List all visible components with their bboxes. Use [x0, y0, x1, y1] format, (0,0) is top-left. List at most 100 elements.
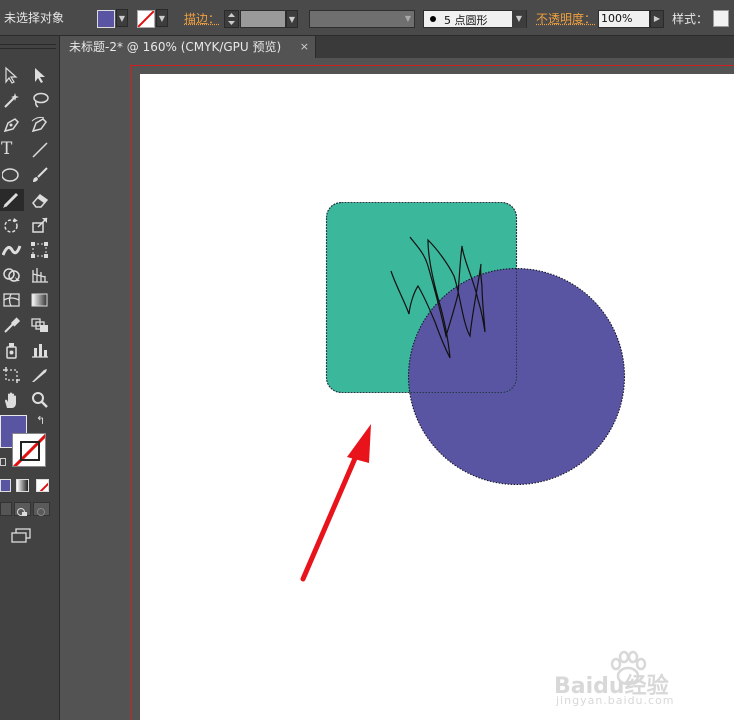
- column-graph-tool[interactable]: [28, 339, 52, 361]
- draw-normal-button[interactable]: [0, 502, 12, 516]
- draw-inside-button[interactable]: [33, 502, 50, 516]
- stroke-weight-dropdown[interactable]: ▼: [286, 10, 298, 28]
- eyedropper-icon: [4, 317, 21, 333]
- paintbrush-icon: [33, 167, 48, 182]
- stroke-color-swatch[interactable]: [137, 10, 155, 28]
- rotate-icon: [4, 218, 18, 233]
- document-canvas[interactable]: Baidu经验 jingyan.baidu.com: [61, 58, 734, 720]
- style-label: 样式：: [672, 12, 709, 26]
- shape-builder-icon: [3, 268, 20, 284]
- width-tool-icon: [2, 245, 22, 256]
- graphic-style-swatch[interactable]: [713, 10, 729, 27]
- lasso-icon: [33, 92, 49, 108]
- curvature-pen-icon: [31, 116, 47, 133]
- control-bar: 未选择对象 ▼ ▼ 描边： ▼ ▼ 5 点圆形 ▼ 不透明度： 100% ▶ 样…: [0, 0, 734, 36]
- gradient-mode-button[interactable]: [16, 479, 29, 492]
- magic-wand-tool[interactable]: [0, 89, 24, 111]
- selection-arrow-icon: [5, 66, 18, 84]
- screen-mode-button[interactable]: [10, 528, 34, 544]
- eraser-tool[interactable]: [28, 189, 52, 211]
- perspective-grid-icon: [32, 268, 48, 283]
- curvature-tool[interactable]: [28, 114, 52, 136]
- draw-behind-icon: [17, 508, 27, 516]
- artboard-tool[interactable]: [0, 364, 24, 386]
- column-graph-icon: [32, 344, 48, 358]
- baidu-jingyan-watermark: Baidu经验 jingyan.baidu.com: [554, 648, 704, 708]
- document-tab[interactable]: 未标题-2* @ 160% (CMYK/GPU 预览) ×: [60, 36, 316, 58]
- type-t-icon: T: [1, 139, 13, 159]
- opacity-input[interactable]: 100%: [598, 10, 650, 28]
- magnifier-icon: [32, 392, 48, 408]
- scale-icon: [32, 217, 48, 233]
- blend-tool[interactable]: [28, 314, 52, 336]
- mesh-tool[interactable]: [0, 289, 24, 311]
- draw-inside-icon: [37, 508, 45, 516]
- stroke-weight-field[interactable]: [240, 10, 286, 28]
- slice-tool[interactable]: [28, 364, 52, 386]
- width-tool[interactable]: [0, 239, 24, 261]
- artboard-icon: [3, 367, 20, 383]
- gradient-icon: [31, 293, 48, 307]
- ellipse-tool[interactable]: [0, 164, 24, 186]
- lasso-tool[interactable]: [28, 89, 52, 111]
- shape-builder-tool[interactable]: [0, 264, 24, 286]
- paintbrush-tool[interactable]: [28, 164, 52, 186]
- eyedropper-tool[interactable]: [0, 314, 24, 336]
- color-mode-button[interactable]: [0, 479, 11, 492]
- stroke-indicator[interactable]: [12, 433, 46, 467]
- document-tab-bar: 未标题-2* @ 160% (CMYK/GPU 预览) ×: [60, 36, 734, 58]
- opacity-arrow-button[interactable]: ▶: [650, 10, 664, 28]
- swap-fill-stroke-icon[interactable]: ↰: [36, 414, 45, 427]
- chevron-down-icon: ▼: [404, 14, 411, 23]
- line-segment-tool[interactable]: [28, 139, 52, 161]
- direct-selection-tool[interactable]: [28, 64, 52, 86]
- red-arrow-shaft: [300, 453, 359, 582]
- selection-status: 未选择对象: [4, 11, 65, 25]
- type-tool[interactable]: T: [0, 139, 24, 161]
- direct-selection-arrow-icon: [35, 68, 45, 83]
- stroke-label[interactable]: 描边：: [184, 12, 220, 26]
- draw-behind-button[interactable]: [14, 502, 31, 516]
- gradient-tool[interactable]: [28, 289, 52, 311]
- brush-dot-icon: [430, 16, 436, 22]
- free-transform-icon: [31, 242, 48, 258]
- line-segment-icon: [32, 142, 48, 158]
- symbol-sprayer-tool[interactable]: [0, 339, 24, 361]
- shaper-tool[interactable]: [0, 189, 24, 211]
- stroke-dropdown-arrow[interactable]: ▼: [156, 9, 168, 27]
- none-slash-icon: [39, 482, 48, 491]
- ellipse-icon: [2, 168, 19, 182]
- scale-tool[interactable]: [28, 214, 52, 236]
- fill-color-swatch[interactable]: [97, 10, 115, 28]
- pencil-icon: [3, 192, 19, 208]
- annotation-layer: [300, 424, 371, 582]
- chevron-down-icon: ▼: [512, 10, 526, 28]
- fill-dropdown-arrow[interactable]: ▼: [116, 9, 128, 27]
- variable-width-profile[interactable]: ▼: [309, 10, 415, 28]
- panel-grip[interactable]: [0, 44, 56, 49]
- rotate-tool[interactable]: [0, 214, 24, 236]
- red-arrow-head: [347, 424, 371, 463]
- free-transform-tool[interactable]: [28, 239, 52, 261]
- hand-icon: [5, 392, 16, 408]
- zoom-tool[interactable]: [28, 389, 52, 411]
- perspective-grid-tool[interactable]: [28, 264, 52, 286]
- none-mode-button[interactable]: [36, 479, 49, 492]
- slice-knife-icon: [32, 369, 47, 382]
- symbol-sprayer-icon: [6, 343, 17, 359]
- screen-mode-icon: [11, 528, 31, 543]
- document-title: 未标题-2* @ 160% (CMYK/GPU 预览): [69, 40, 282, 54]
- close-icon[interactable]: ×: [300, 36, 309, 58]
- default-colors-icon[interactable]: [0, 458, 6, 466]
- selection-tool[interactable]: [0, 64, 24, 86]
- brush-definition-dropdown[interactable]: 5 点圆形 ▼: [423, 10, 527, 28]
- magic-wand-icon: [4, 93, 19, 108]
- eraser-icon: [32, 193, 49, 208]
- opacity-label[interactable]: 不透明度：: [536, 12, 596, 26]
- stroke-weight-stepper[interactable]: [224, 10, 239, 28]
- none-slash-icon: [138, 11, 154, 27]
- hand-tool[interactable]: [0, 389, 24, 411]
- pen-tool[interactable]: [0, 114, 24, 136]
- brush-profile-label: 5 点圆形: [444, 14, 488, 27]
- tools-panel: T ↰: [0, 36, 60, 720]
